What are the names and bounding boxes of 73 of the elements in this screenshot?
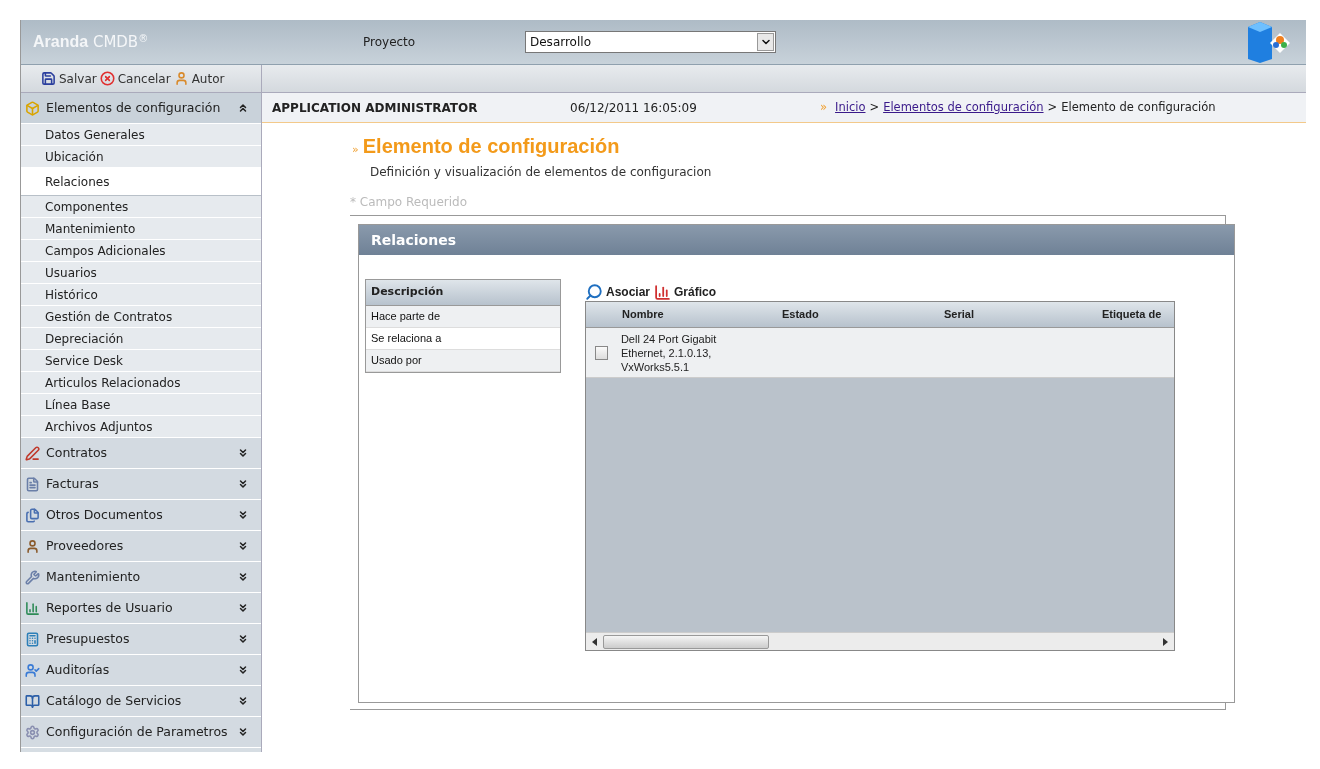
sidebar-item[interactable]: Datos Generales (21, 124, 261, 146)
sidebar-section[interactable]: Elementos de configuración (21, 93, 261, 124)
column-header: Serial (944, 307, 975, 323)
expand-icon (237, 633, 249, 645)
section-icon (25, 693, 40, 709)
section-icon (25, 600, 40, 616)
row-checkbox[interactable] (595, 345, 608, 360)
breadcrumb-separator: > (1047, 98, 1058, 116)
toolbar-icon (41, 71, 56, 86)
expand-icon (237, 102, 249, 114)
toolbar-button[interactable]: Autor (173, 69, 225, 88)
column-header: Etiqueta de (1102, 307, 1163, 323)
breadcrumb-link[interactable]: Elementos de configuración (883, 98, 1044, 117)
toolbar-icon (99, 71, 115, 86)
app-logo: Aranda CMDB$^{®}$ (33, 32, 150, 53)
sidebar-item[interactable]: Histórico (21, 284, 261, 306)
section-icon (25, 507, 40, 523)
panel-title: Relaciones (359, 225, 1234, 255)
section-icon (25, 569, 40, 585)
horizontal-scrollbar[interactable] (586, 632, 1174, 650)
expand-icon (237, 664, 249, 676)
section-icon (25, 100, 40, 116)
sidebar-item[interactable]: Service Desk (21, 350, 261, 372)
expand-icon (237, 726, 249, 738)
sidebar-item[interactable]: Campos Adicionales (21, 240, 261, 262)
user-name: APPLICATION ADMINISTRATOR (272, 99, 479, 117)
sidebar-item[interactable]: Relaciones (21, 168, 261, 196)
expand-icon (237, 602, 249, 614)
breadcrumb-separator: > (869, 98, 880, 116)
column-header: Descripción (366, 280, 560, 306)
expand-icon (237, 509, 249, 521)
required-note: * Campo Requerido (350, 194, 469, 211)
section-icon (25, 476, 40, 492)
section-icon (25, 724, 40, 740)
expand-icon (237, 540, 249, 552)
project-dropdown[interactable]: Desarrollo (525, 31, 776, 53)
section-icon (25, 662, 40, 678)
action-button[interactable]: Asociar (585, 283, 651, 301)
expand-icon (237, 447, 249, 459)
column-header: Nombre (621, 307, 665, 323)
expand-icon (237, 571, 249, 583)
breadcrumb-current: Elemento de configuración (1061, 98, 1216, 116)
sidebar-item[interactable]: Articulos Relacionados (21, 372, 261, 394)
toolbar-icon (173, 71, 189, 86)
sidebar-item[interactable]: Depreciación (21, 328, 261, 350)
sidebar-item[interactable]: Componentes (21, 196, 261, 218)
sidebar-item[interactable]: Gestión de Contratos (21, 306, 261, 328)
chart-icon (654, 284, 672, 301)
action-button[interactable]: Gráfico (654, 283, 717, 301)
sidebar-item[interactable]: Archivos Adjuntos (21, 416, 261, 438)
section-icon (25, 445, 40, 461)
relation-type-item[interactable]: Usado por (366, 350, 560, 372)
expand-icon (237, 695, 249, 707)
title-mark: » (352, 142, 359, 158)
page-title: Elemento de configuración (362, 134, 620, 159)
toolbar-button[interactable]: Salvar (41, 69, 97, 88)
table-cell-text: Dell 24 Port Gigabit Ethernet, 2.1.0.13, VxWorks5.5.1 (620, 331, 718, 374)
sidebar-item[interactable]: Ubicación (21, 146, 261, 168)
relation-type-item[interactable]: Hace parte de (366, 306, 560, 328)
breadcrumb-mark: » (820, 98, 828, 116)
toolbar-button[interactable]: Cancelar (99, 69, 171, 88)
section-icon (25, 631, 40, 647)
project-label: Proyecto (363, 34, 417, 51)
date-time: 06/12/2011 16:05:09 (570, 99, 698, 117)
page-subtitle: Definición y visualización de elementos de configuracion (369, 164, 713, 181)
sidebar-item[interactable]: Línea Base (21, 394, 261, 416)
breadcrumb-link[interactable]: Inicio (835, 98, 866, 117)
section-icon (25, 538, 40, 554)
column-header: Estado (782, 307, 820, 323)
search-icon (585, 283, 603, 301)
sidebar-item[interactable]: Usuarios (21, 262, 261, 284)
sidebar-item[interactable]: Mantenimiento (21, 218, 261, 240)
expand-icon (237, 478, 249, 490)
